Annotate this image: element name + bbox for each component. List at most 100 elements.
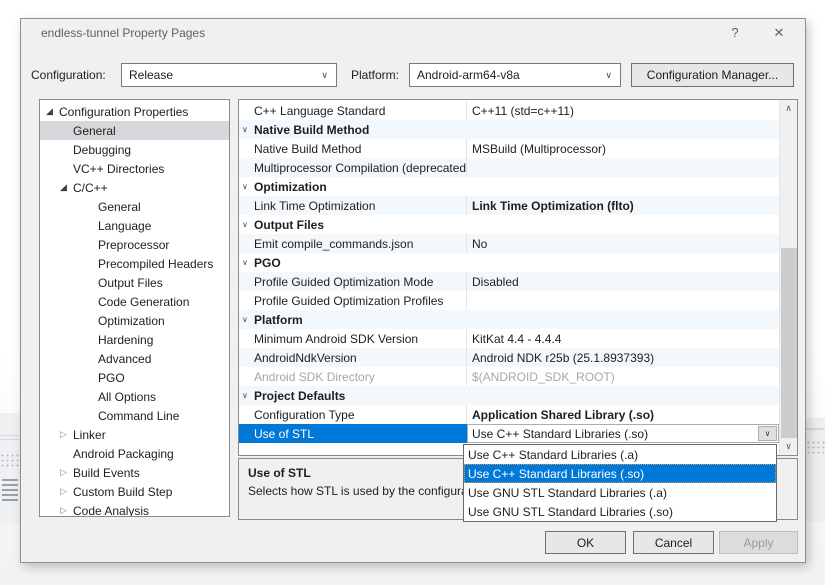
- property-value[interactable]: Link Time Optimization (flto): [467, 196, 779, 215]
- close-button[interactable]: ✕: [765, 23, 793, 43]
- tree-item-precompiled-headers[interactable]: Precompiled Headers: [40, 254, 229, 273]
- collapse-icon[interactable]: ▷: [60, 486, 73, 497]
- chevron-down-icon[interactable]: ∨: [242, 386, 254, 405]
- property-value[interactable]: [467, 291, 779, 310]
- chevron-down-icon[interactable]: ∨: [242, 177, 254, 196]
- property-name: Link Time Optimization: [239, 196, 467, 215]
- tree-item-label: General: [73, 124, 116, 138]
- configuration-value: Release: [129, 68, 173, 82]
- tree-item-custom-build-step[interactable]: ▷Custom Build Step: [40, 482, 229, 501]
- platform-dropdown[interactable]: Android-arm64-v8a ∨: [409, 63, 621, 87]
- property-value[interactable]: KitKat 4.4 - 4.4.4: [467, 329, 779, 348]
- property-row[interactable]: Configuration TypeApplication Shared Lib…: [239, 405, 779, 424]
- property-name: Minimum Android SDK Version: [239, 329, 467, 348]
- tree-item-code-generation[interactable]: Code Generation: [40, 292, 229, 311]
- ok-button[interactable]: OK: [545, 531, 626, 554]
- expand-icon[interactable]: ◢: [46, 106, 59, 117]
- property-row[interactable]: Minimum Android SDK VersionKitKat 4.4 - …: [239, 329, 779, 348]
- property-value[interactable]: No: [467, 234, 779, 253]
- chevron-down-icon[interactable]: ∨: [242, 215, 254, 234]
- property-row[interactable]: Profile Guided Optimization ModeDisabled: [239, 272, 779, 291]
- title-bar[interactable]: endless-tunnel Property Pages: [21, 19, 805, 47]
- property-name: AndroidNdkVersion: [239, 348, 467, 367]
- category-name: PGO: [254, 253, 281, 272]
- dropdown-option[interactable]: Use GNU STL Standard Libraries (.so): [464, 502, 776, 521]
- background-dotted-texture: [0, 453, 20, 469]
- collapse-icon[interactable]: ▷: [60, 505, 73, 516]
- property-row[interactable]: Multiprocessor Compilation (deprecated): [239, 158, 779, 177]
- tree-item-android-packaging[interactable]: Android Packaging: [40, 444, 229, 463]
- tree-item-label: Linker: [73, 428, 106, 442]
- configuration-dropdown[interactable]: Release ∨: [121, 63, 337, 87]
- tree-item-debugging[interactable]: Debugging: [40, 140, 229, 159]
- chevron-down-icon: ∨: [605, 70, 612, 81]
- property-pages-dialog: endless-tunnel Property Pages ? ✕ Config…: [20, 18, 806, 563]
- tree-item-configuration-properties[interactable]: ◢Configuration Properties: [40, 102, 229, 121]
- category-name: Platform: [254, 310, 303, 329]
- category-row[interactable]: ∨Project Defaults: [239, 386, 779, 405]
- tree-item-preprocessor[interactable]: Preprocessor: [40, 235, 229, 254]
- property-row[interactable]: Link Time OptimizationLink Time Optimiza…: [239, 196, 779, 215]
- property-value[interactable]: [467, 158, 779, 177]
- use-of-stl-dropdown-list: Use C++ Standard Libraries (.a) Use C++ …: [463, 444, 777, 522]
- use-of-stl-combobox[interactable]: Use C++ Standard Libraries (.so) ∨: [467, 424, 779, 443]
- platform-label: Platform:: [351, 68, 399, 82]
- property-row[interactable]: AndroidNdkVersionAndroid NDK r25b (25.1.…: [239, 348, 779, 367]
- help-button[interactable]: ?: [721, 23, 749, 43]
- dropdown-option-highlighted[interactable]: Use C++ Standard Libraries (.so): [464, 464, 776, 483]
- expand-icon[interactable]: ◢: [60, 182, 73, 193]
- tree-item-pgo[interactable]: PGO: [40, 368, 229, 387]
- property-value[interactable]: Disabled: [467, 272, 779, 291]
- chevron-down-icon[interactable]: ∨: [242, 253, 254, 272]
- property-value[interactable]: Application Shared Library (.so): [467, 405, 779, 424]
- tree-item-general[interactable]: General: [40, 121, 229, 140]
- tree-item-label: Build Events: [73, 466, 140, 480]
- property-row[interactable]: Profile Guided Optimization Profiles: [239, 291, 779, 310]
- property-value[interactable]: Android NDK r25b (25.1.8937393): [467, 348, 779, 367]
- chevron-down-icon[interactable]: ∨: [242, 120, 254, 139]
- scroll-down-icon[interactable]: ∨: [780, 438, 797, 455]
- property-row[interactable]: Emit compile_commands.jsonNo: [239, 234, 779, 253]
- category-name: Native Build Method: [254, 120, 369, 139]
- tree-item-hardening[interactable]: Hardening: [40, 330, 229, 349]
- tree-item-linker[interactable]: ▷Linker: [40, 425, 229, 444]
- tree-item-label: Code Generation: [98, 295, 189, 309]
- property-row[interactable]: C++ Language StandardC++11 (std=c++11): [239, 101, 779, 120]
- vertical-scrollbar[interactable]: ∧ ∨: [779, 100, 797, 455]
- tree-item-all-options[interactable]: All Options: [40, 387, 229, 406]
- collapse-icon[interactable]: ▷: [60, 429, 73, 440]
- tree-item-vcpp-directories[interactable]: VC++ Directories: [40, 159, 229, 178]
- tree-item-advanced[interactable]: Advanced: [40, 349, 229, 368]
- category-row[interactable]: ∨Native Build Method: [239, 120, 779, 139]
- category-row[interactable]: ∨PGO: [239, 253, 779, 272]
- property-value[interactable]: MSBuild (Multiprocessor): [467, 139, 779, 158]
- cancel-button[interactable]: Cancel: [633, 531, 714, 554]
- property-name: Configuration Type: [239, 405, 467, 424]
- combobox-dropdown-button[interactable]: ∨: [758, 426, 777, 441]
- category-row[interactable]: ∨Optimization: [239, 177, 779, 196]
- collapse-icon[interactable]: ▷: [60, 467, 73, 478]
- property-value[interactable]: C++11 (std=c++11): [467, 101, 779, 120]
- background-divider: [806, 428, 825, 430]
- dropdown-option[interactable]: Use GNU STL Standard Libraries (.a): [464, 483, 776, 502]
- scrollbar-thumb[interactable]: [781, 248, 797, 438]
- tree-item-general-ccpp[interactable]: General: [40, 197, 229, 216]
- scroll-up-icon[interactable]: ∧: [780, 100, 797, 117]
- property-row-disabled: Android SDK Directory$(ANDROID_SDK_ROOT): [239, 367, 779, 386]
- property-name: Android SDK Directory: [239, 367, 467, 386]
- category-row[interactable]: ∨Output Files: [239, 215, 779, 234]
- chevron-down-icon[interactable]: ∨: [242, 310, 254, 329]
- tree-item-code-analysis[interactable]: ▷Code Analysis: [40, 501, 229, 517]
- configuration-label: Configuration:: [31, 68, 106, 82]
- tree-item-output-files[interactable]: Output Files: [40, 273, 229, 292]
- category-row[interactable]: ∨Platform: [239, 310, 779, 329]
- property-row[interactable]: Native Build MethodMSBuild (Multiprocess…: [239, 139, 779, 158]
- tree-item-build-events[interactable]: ▷Build Events: [40, 463, 229, 482]
- tree-item-optimization[interactable]: Optimization: [40, 311, 229, 330]
- tree-item-language[interactable]: Language: [40, 216, 229, 235]
- configuration-manager-button[interactable]: Configuration Manager...: [631, 63, 794, 87]
- tree-item-c-cpp[interactable]: ◢C/C++: [40, 178, 229, 197]
- tree-item-command-line[interactable]: Command Line: [40, 406, 229, 425]
- dropdown-option[interactable]: Use C++ Standard Libraries (.a): [464, 445, 776, 464]
- property-row-use-of-stl[interactable]: Use of STL Use C++ Standard Libraries (.…: [239, 424, 779, 443]
